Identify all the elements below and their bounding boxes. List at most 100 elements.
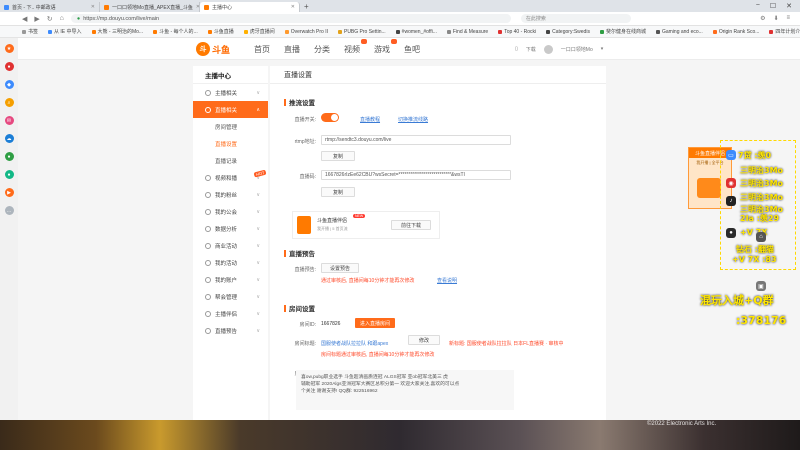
browser-tab[interactable]: 一口口领地Mo直播_APEX直播_斗鱼 ✕ <box>100 2 200 12</box>
bookmark-item[interactable]: #women_#offi... <box>395 29 437 35</box>
sidebar-item[interactable]: 我的账户 ∨ <box>193 271 268 288</box>
bookmark-label: 虎牙直播间 <box>249 29 275 35</box>
minimize-icon[interactable]: − <box>756 2 760 10</box>
sidebar-item[interactable]: 主播相关 ∨ <box>193 84 268 101</box>
bookmark-item[interactable]: Top 40 - Rocki <box>498 29 536 35</box>
sidebar-item[interactable]: 视频和播 ∨ HOT <box>193 169 268 186</box>
rtmp-url-field[interactable]: rtmp://sendtc3.douyu.com/live <box>321 135 511 145</box>
bookmark-item[interactable]: 四年计划介绍. <box>769 28 800 35</box>
view-instructions-link[interactable]: 查看说明 <box>437 277 457 284</box>
live-tutorial-link[interactable]: 直播教程 <box>360 116 380 123</box>
nav-fishbar[interactable]: 鱼吧 <box>404 44 420 55</box>
avatar[interactable] <box>543 44 553 54</box>
enter-room-button[interactable]: 进入直播房间 <box>355 318 395 328</box>
bookmark-item[interactable]: PUBG Pro Settin... <box>337 29 386 35</box>
bookmark-item[interactable]: Overwatch Pro II <box>284 29 328 35</box>
close-tab-icon[interactable]: ✕ <box>91 4 95 10</box>
sidebar-subitem[interactable]: 直播记录 <box>193 152 268 169</box>
copy-code-button[interactable]: 复制 <box>321 187 355 197</box>
nav-game[interactable]: 游戏 <box>374 38 397 55</box>
mail-icon[interactable]: ✉ <box>4 116 14 125</box>
room-notice-text[interactable]: 喜ow,pubg职业选手 斗鱼超清画质连冠 ALGS冠军 亚ob冠军北美三 虎 … <box>296 370 514 410</box>
download-companion-button[interactable]: 前往下载 <box>391 220 431 230</box>
bookmark-item[interactable]: 从 IE 中导入 <box>48 28 82 35</box>
back-icon[interactable]: ◀ <box>22 15 27 23</box>
copy-rtmp-button[interactable]: 复制 <box>321 151 355 161</box>
more-icon[interactable]: … <box>4 206 14 215</box>
close-window-icon[interactable]: ✕ <box>786 2 792 10</box>
sidebar-item[interactable]: 我的粉丝 ∨ <box>193 186 268 203</box>
bookmark-item[interactable]: 斗鱼 - 每个人的... <box>153 28 198 35</box>
bookmark-item[interactable]: 斐尔健身在线商城 <box>599 28 646 35</box>
reload-icon[interactable]: ↻ <box>47 15 53 23</box>
chat-icon[interactable]: ● <box>4 170 14 179</box>
bookmark-item[interactable]: Category:Swedis <box>546 29 590 35</box>
forward-icon[interactable]: ▶ <box>34 15 39 23</box>
edit-title-button[interactable]: 修改 <box>408 335 440 345</box>
sidebar-item-label: 我的粉丝 <box>215 192 238 199</box>
tab-title: 一口口领地Mo直播_APEX直播_斗鱼 <box>112 4 193 11</box>
maximize-icon[interactable]: ☐ <box>770 2 776 10</box>
sidebar-item[interactable]: 主播伴侣 ∨ <box>193 305 268 322</box>
sidebar-item[interactable]: 我的公会 ∨ <box>193 203 268 220</box>
chevron-down-icon[interactable]: ▾ <box>601 46 604 52</box>
browser-tab[interactable]: 首页 - 下.. 中邮政语 ✕ <box>0 2 100 12</box>
douyu-logo[interactable]: 斗 斗鱼 <box>196 41 234 57</box>
bookmark-item[interactable]: Find & Measure <box>446 29 488 35</box>
wechat-icon[interactable]: ● <box>4 152 14 161</box>
search-icon[interactable]: ⌕ <box>4 98 14 107</box>
sidebar-subitem[interactable]: 房间管理 <box>193 118 268 135</box>
sidebar-item[interactable]: 直播预告 ∨ <box>193 322 268 339</box>
stream-code-field[interactable]: 1667826rIzEe62CBU?wsSecret=*************… <box>321 170 511 180</box>
sidebar-item-label: 我的公会 <box>215 209 238 216</box>
home-icon[interactable]: ⌂ <box>60 15 64 22</box>
live-switch-toggle[interactable] <box>321 113 339 122</box>
sidebar-subitem[interactable]: 直播设置 <box>193 135 268 152</box>
game-icon[interactable]: ● <box>4 62 14 71</box>
nav-home[interactable]: 首页 <box>254 44 270 55</box>
nav-category[interactable]: 分类 <box>314 44 330 55</box>
sidebar-item[interactable]: 商业活动 ∨ <box>193 237 268 254</box>
overlay-chat-line: +V 7X :83 <box>732 255 777 264</box>
sidebar-item[interactable]: 帮会管理 ∨ <box>193 288 268 305</box>
url-text: https://mp.douyu.com/live/main <box>83 15 160 22</box>
download-link[interactable]: 下载 <box>526 46 536 53</box>
close-tab-icon[interactable]: ✕ <box>291 4 295 10</box>
phone-icon[interactable]: ▯ <box>515 46 518 52</box>
sidebar-item[interactable]: 我的活动 ∨ <box>193 254 268 271</box>
browser-search-input[interactable]: 在此搜索 <box>520 14 631 23</box>
menu-icon[interactable]: ≡ <box>786 15 790 22</box>
bookmark-favicon-icon <box>153 29 158 34</box>
bookmark-item[interactable]: Origin Rank Sco... <box>712 29 759 35</box>
bookmark-label: 从 IE 中导入 <box>54 29 82 35</box>
favorites-icon[interactable]: ★ <box>4 44 14 53</box>
sidebar-item-label: 直播相关 <box>215 107 238 114</box>
url-input[interactable]: ● https://mp.douyu.com/live/main <box>70 14 511 23</box>
menu-item-icon <box>205 89 211 96</box>
extension-icon[interactable]: ⚙ <box>760 15 765 22</box>
chevron-icon: ∨ <box>256 89 260 96</box>
tool-icon[interactable]: ◆ <box>4 80 14 89</box>
address-bar: ◀ ▶ ↻ ⌂ ● https://mp.douyu.com/live/main… <box>0 12 800 26</box>
bookmark-favicon-icon <box>769 29 774 34</box>
bookmark-item[interactable]: Gaming and eco... <box>655 29 703 35</box>
preview-label: 直播预告: <box>294 267 316 273</box>
username[interactable]: 一口口领地Mo <box>561 46 593 53</box>
switch-line-link[interactable]: 切换推流线路 <box>398 116 428 123</box>
nav-video[interactable]: 视频 <box>344 38 367 55</box>
bookmark-item[interactable]: 斗鱼直播 <box>207 28 234 35</box>
video-icon[interactable]: ▶ <box>4 188 14 197</box>
bookmark-item[interactable]: 书签 <box>22 28 38 35</box>
anchor-center-sidebar: 主播中心 主播相关 ∨ 直播相关 ∧ 房间管理 直播设置 直播记录 视频和播 ∨ HOT 我的粉丝 ∨… <box>193 66 268 420</box>
browser-tab-active[interactable]: 主播中心 ✕ <box>200 2 300 12</box>
sidebar-item[interactable]: 直播相关 ∧ <box>193 101 268 118</box>
sidebar-item-label: 帮会管理 <box>215 294 238 301</box>
download-icon[interactable]: ⬇ <box>773 15 778 22</box>
bookmark-item[interactable]: 大熊 - 三明治的Mo... <box>91 28 143 35</box>
set-preview-button[interactable]: 设置预告 <box>321 263 359 273</box>
new-tab-button[interactable]: + <box>304 2 309 11</box>
bookmark-item[interactable]: 虎牙直播间 <box>243 28 275 35</box>
cloud-icon[interactable]: ☁ <box>4 134 14 143</box>
sidebar-item[interactable]: 数据分析 ∨ <box>193 220 268 237</box>
nav-live[interactable]: 直播 <box>284 44 300 55</box>
